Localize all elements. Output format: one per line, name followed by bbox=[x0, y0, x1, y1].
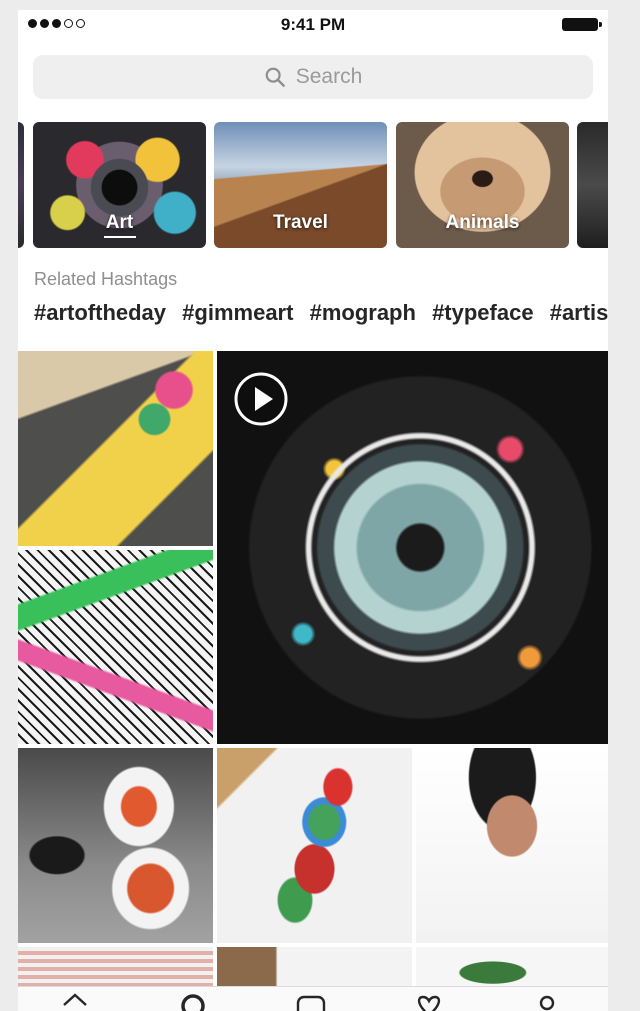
phone-screen: 9:41 PM Search Art Travel Animals Relate… bbox=[18, 10, 608, 1011]
topic-selected-indicator bbox=[103, 236, 136, 238]
related-hashtags-title: Related Hashtags bbox=[34, 269, 178, 289]
topic-card-travel[interactable]: Travel bbox=[214, 122, 387, 248]
hashtag-link[interactable]: #typeface bbox=[432, 300, 534, 325]
home-icon[interactable] bbox=[60, 991, 90, 1011]
battery-icon bbox=[562, 18, 602, 31]
hashtag-list: #artoftheday #gimmeart #mograph #typefac… bbox=[34, 300, 608, 330]
hashtag-link[interactable]: #artoftheday bbox=[34, 300, 166, 325]
topic-carousel[interactable]: Art Travel Animals bbox=[18, 122, 608, 248]
search-icon[interactable] bbox=[178, 991, 208, 1011]
play-icon bbox=[234, 372, 288, 426]
search-input[interactable]: Search bbox=[33, 55, 593, 99]
grid-post-image[interactable] bbox=[18, 748, 213, 943]
hashtag-link[interactable]: #mograph bbox=[310, 300, 416, 325]
grid-post-video[interactable] bbox=[217, 351, 608, 744]
topic-card-partial-left[interactable] bbox=[18, 122, 24, 248]
topic-label: Art bbox=[105, 212, 134, 233]
heart-icon[interactable] bbox=[414, 991, 444, 1011]
topic-label: Travel bbox=[273, 212, 328, 233]
topic-card-partial-right[interactable] bbox=[577, 122, 608, 248]
profile-icon[interactable] bbox=[532, 991, 562, 1011]
status-time: 9:41 PM bbox=[280, 15, 346, 34]
explore-grid bbox=[18, 351, 608, 1011]
status-bar: 9:41 PM bbox=[18, 10, 608, 40]
grid-post-image[interactable] bbox=[416, 748, 608, 943]
hashtag-link[interactable]: #gimmeart bbox=[182, 300, 293, 325]
grid-post-image[interactable] bbox=[217, 748, 412, 943]
grid-post-image[interactable] bbox=[18, 550, 213, 744]
topic-card-animals[interactable]: Animals bbox=[396, 122, 569, 248]
topic-card-art[interactable]: Art bbox=[33, 122, 206, 248]
topic-label: Animals bbox=[445, 212, 520, 233]
hashtag-link[interactable]: #artis bbox=[550, 300, 608, 325]
add-post-icon[interactable] bbox=[296, 991, 326, 1011]
grid-post-image[interactable] bbox=[18, 351, 213, 546]
search-icon bbox=[265, 67, 285, 87]
search-placeholder: Search bbox=[295, 65, 363, 88]
tab-bar bbox=[18, 986, 608, 1011]
